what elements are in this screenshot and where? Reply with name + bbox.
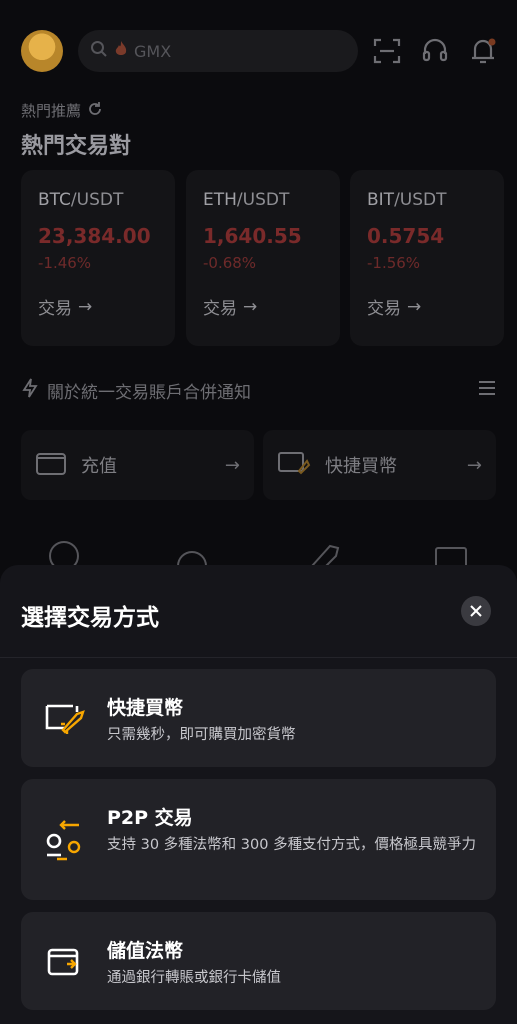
option-desc: 只需幾秒，即可購買加密貨幣 [107, 727, 296, 743]
search-input[interactable]: GMX [78, 30, 358, 72]
pair-change: -0.68% [203, 254, 257, 272]
tether-icon[interactable] [46, 538, 86, 571]
pair-price: 1,640.55 [203, 224, 302, 248]
arrow-right-icon: → [224, 454, 240, 476]
pair-card-eth[interactable]: ETH/USDT 1,640.55 -0.68% 交易 → [186, 170, 340, 346]
pair-name: BIT/USDT [367, 190, 447, 210]
rocket-card-icon [43, 696, 87, 740]
pair-change: -1.56% [367, 254, 421, 272]
coupon-icon[interactable] [432, 538, 472, 571]
arrow-right-icon: → [466, 454, 482, 476]
sheet-divider [0, 657, 517, 658]
option-quick-buy[interactable]: 快捷買幣 只需幾秒，即可購買加密貨幣 [21, 669, 496, 767]
exchange-icon[interactable] [172, 538, 212, 568]
sheet-title: 選擇交易方式 [21, 605, 159, 631]
quick-buy-label: 快捷買幣 [325, 456, 397, 477]
scan-icon[interactable] [370, 34, 404, 68]
arrow-right-icon: → [407, 296, 422, 317]
notice-text: 關於統一交易賬戶合併通知 [47, 382, 251, 403]
p2p-exchange-icon [43, 819, 87, 863]
option-desc: 支持 30 多種法幣和 300 多種支付方式，價格極具競爭力 [107, 837, 477, 853]
headset-icon[interactable] [418, 34, 452, 68]
fire-icon [114, 40, 128, 62]
close-button[interactable] [461, 596, 491, 626]
pair-name: ETH/USDT [203, 190, 290, 210]
hot-pairs-title: 熱門交易對 [21, 134, 132, 159]
pair-price: 0.5754 [367, 224, 445, 248]
quick-buy-button[interactable]: 快捷買幣 → [263, 430, 496, 500]
refresh-icon[interactable] [87, 101, 103, 121]
trade-link[interactable]: 交易 → [38, 294, 158, 320]
pair-price: 23,384.00 [38, 224, 151, 248]
pair-name: BTC/USDT [38, 190, 124, 210]
lightning-icon [21, 378, 39, 403]
pair-card-btc[interactable]: BTC/USDT 23,384.00 -1.46% 交易 → [21, 170, 175, 346]
option-desc: 通過銀行轉賬或銀行卡儲值 [107, 970, 281, 986]
option-title: P2P 交易 [107, 807, 193, 829]
close-icon [470, 602, 482, 621]
avatar[interactable] [21, 30, 63, 72]
wallet-icon [35, 449, 69, 481]
pair-change: -1.46% [38, 254, 92, 272]
notice-bar[interactable]: 關於統一交易賬戶合併通知 [21, 376, 496, 404]
option-title: 儲值法幣 [107, 940, 184, 962]
deposit-label: 充值 [81, 456, 117, 477]
hot-recommend-text: 熱門推薦 [21, 102, 82, 120]
wallet-deposit-icon [43, 940, 87, 984]
deposit-button[interactable]: 充值 → [21, 430, 254, 500]
option-p2p[interactable]: P2P 交易 支持 30 多種法幣和 300 多種支付方式，價格極具競爭力 [21, 779, 496, 900]
rocket-card-icon [277, 449, 313, 481]
menu-icon[interactable] [478, 380, 496, 401]
trade-link[interactable]: 交易 → [203, 294, 323, 320]
bell-icon[interactable] [466, 34, 500, 68]
hot-recommend-label: 熱門推薦 [21, 100, 103, 121]
search-placeholder: GMX [134, 41, 172, 61]
search-icon [90, 40, 108, 62]
tag-icon[interactable] [304, 538, 344, 575]
option-fiat-deposit[interactable]: 儲值法幣 通過銀行轉賬或銀行卡儲值 [21, 912, 496, 1010]
arrow-right-icon: → [78, 296, 93, 317]
option-title: 快捷買幣 [107, 697, 184, 719]
trade-link[interactable]: 交易 → [367, 294, 487, 320]
arrow-right-icon: → [243, 296, 258, 317]
pair-card-bit[interactable]: BIT/USDT 0.5754 -1.56% 交易 → [350, 170, 504, 346]
